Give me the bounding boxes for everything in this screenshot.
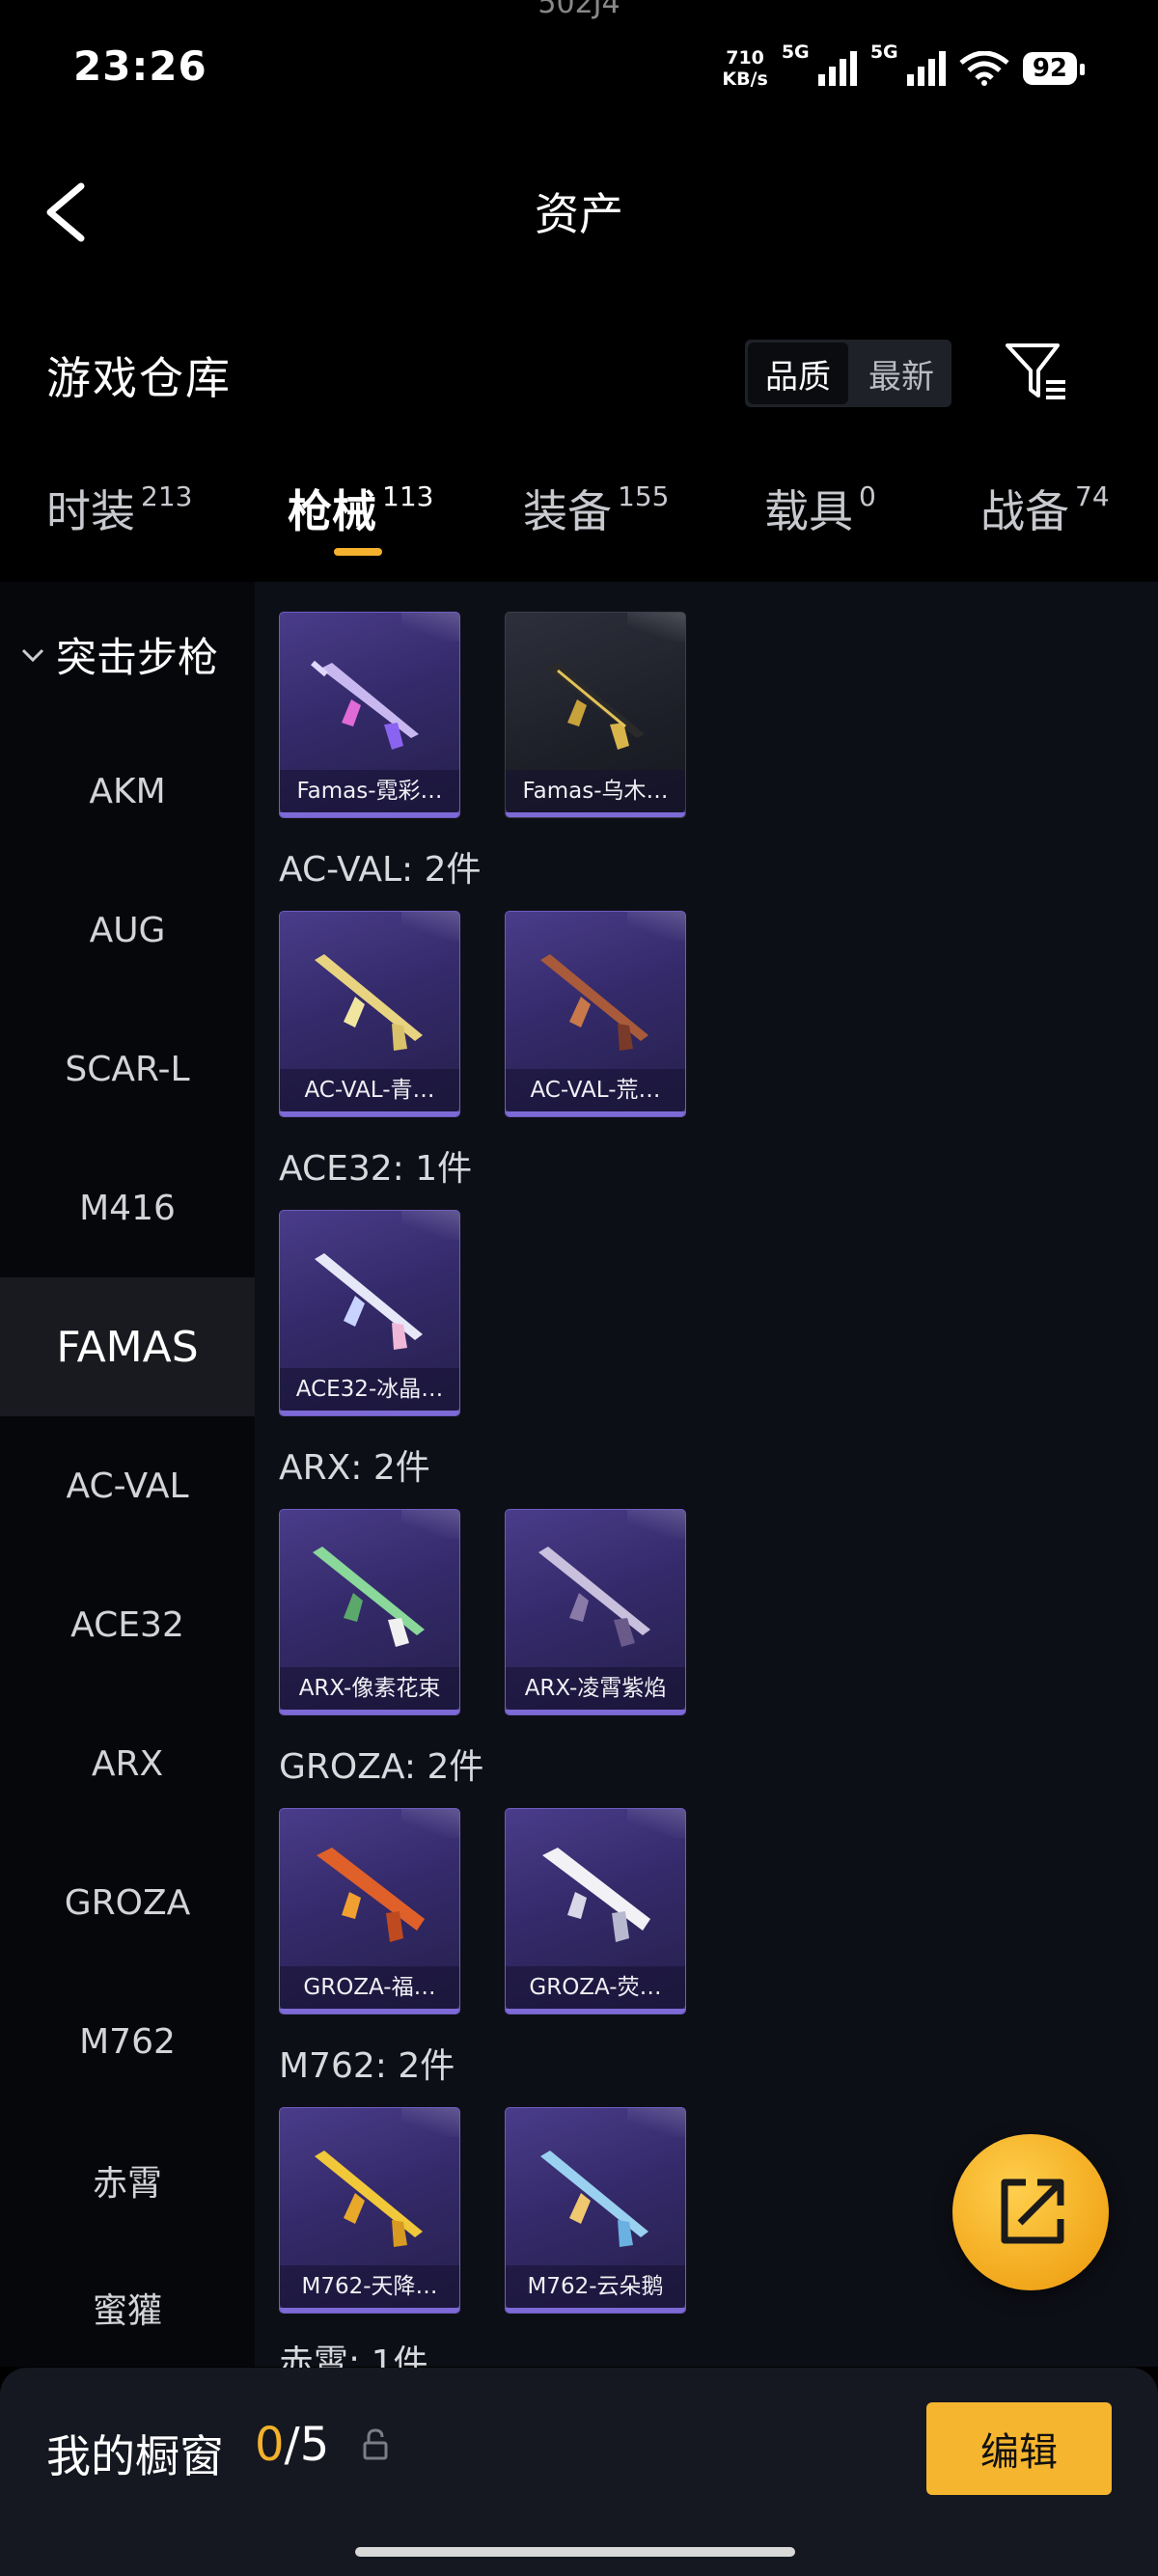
tab-count: 213: [141, 480, 193, 512]
rifle-icon: [315, 1253, 423, 1350]
status-time: 23:26: [73, 42, 207, 90]
sidebar-item-arx[interactable]: ARX: [0, 1694, 255, 1833]
edit-button[interactable]: 编辑: [926, 2402, 1112, 2495]
weapon-card[interactable]: GROZA-福…: [279, 1808, 460, 2014]
sidebar-item-ace32[interactable]: ACE32: [0, 1555, 255, 1694]
tab-label: 枪械: [288, 485, 376, 537]
weapon-card-name: ARX-凌霄紫焰: [506, 1667, 685, 1710]
lock-icon: [363, 2428, 388, 2460]
weapon-card[interactable]: Famas-乌木…: [505, 612, 686, 818]
sort-newest-button[interactable]: 最新: [851, 340, 951, 407]
tab-label: 时装: [46, 485, 135, 537]
sidebar-item-ac-val[interactable]: AC-VAL: [0, 1416, 255, 1555]
weapon-card-name: AC-VAL-荒…: [506, 1069, 685, 1111]
status-icons: 710 KB/s 5G 5G 92: [722, 41, 1086, 93]
signal-icon: 5G: [782, 41, 857, 86]
sidebar-item-m416[interactable]: M416: [0, 1138, 255, 1277]
rifle-icon: [540, 2151, 648, 2247]
filter-icon[interactable]: [1004, 340, 1069, 405]
status-top-cutoff-text: 502J4: [538, 0, 620, 20]
weapon-card[interactable]: ACE32-冰晶…: [279, 1210, 460, 1416]
rifle-icon: [313, 1547, 425, 1647]
rifle-icon: [546, 663, 645, 750]
tab-count: 0: [859, 480, 876, 512]
group-label: M762: 2件: [279, 2046, 455, 2086]
rifle-icon: [311, 660, 419, 750]
tab-guns[interactable]: 枪械 113: [288, 477, 433, 540]
chevron-down-icon: [21, 648, 44, 662]
share-button[interactable]: [952, 2134, 1109, 2290]
weapon-card-name: ARX-像素花束: [280, 1667, 459, 1710]
showcase-max: /5: [284, 2418, 330, 2472]
sidebar-category-label: 突击步枪: [56, 634, 219, 681]
sidebar-item-m762[interactable]: M762: [0, 1972, 255, 2111]
signal-icon: 5G: [870, 41, 946, 86]
weapon-card[interactable]: AC-VAL-青…: [279, 911, 460, 1117]
tab-count: 155: [618, 480, 670, 512]
tab-vehicles[interactable]: 载具 0: [764, 477, 876, 540]
tab-label: 载具: [764, 485, 853, 537]
tab-equipment[interactable]: 装备 155: [523, 477, 669, 540]
tab-gear[interactable]: 战备 74: [980, 477, 1110, 540]
sidebar-item-honey-badger[interactable]: 蜜獾: [0, 2250, 255, 2366]
sort-quality-button[interactable]: 品质: [748, 343, 848, 404]
sidebar-category-header[interactable]: 突击步枪: [19, 625, 218, 684]
tab-count: 74: [1075, 480, 1110, 512]
sidebar-item-groza[interactable]: GROZA: [0, 1833, 255, 1972]
network-speed-unit: KB/s: [722, 69, 768, 90]
sort-toggle: 品质 最新: [745, 340, 951, 407]
tab-label: 战备: [980, 485, 1069, 537]
tab-fashion[interactable]: 时装 213: [46, 477, 192, 540]
battery-icon: 92: [1022, 52, 1086, 85]
rifle-icon: [315, 954, 423, 1051]
network-speed: 710 KB/s: [722, 47, 767, 90]
weapon-card-name: M762-云朵鹅: [506, 2265, 685, 2308]
group-label: ACE32: 1件: [279, 1149, 473, 1189]
rifle-icon: [315, 2151, 423, 2247]
weapon-card[interactable]: M762-云朵鹅: [505, 2107, 686, 2314]
share-icon: [1001, 2179, 1064, 2244]
weapon-card-name: ACE32-冰晶…: [280, 1368, 459, 1411]
sidebar-item-scar-l[interactable]: SCAR-L: [0, 1000, 255, 1138]
weapon-card[interactable]: ARX-像素花束: [279, 1509, 460, 1715]
network-type-label: 5G: [869, 41, 898, 63]
page-title: 资产: [535, 188, 623, 240]
weapon-card-name: GROZA-荧…: [506, 1966, 685, 2009]
weapon-card[interactable]: GROZA-荧…: [505, 1808, 686, 2014]
rifle-icon: [538, 1547, 650, 1647]
weapon-card[interactable]: ARX-凌霄紫焰: [505, 1509, 686, 1715]
rifle-icon: [542, 1848, 650, 1942]
showcase-label: 我的橱窗: [46, 2430, 224, 2482]
network-type-label: 5G: [781, 41, 810, 63]
showcase-current: 0: [255, 2418, 285, 2472]
weapon-card[interactable]: AC-VAL-荒…: [505, 911, 686, 1117]
group-label: ARX: 2件: [279, 1448, 430, 1488]
sidebar-item-famas[interactable]: FAMAS: [0, 1277, 255, 1416]
rifle-icon: [317, 1848, 425, 1942]
group-label: AC-VAL: 2件: [279, 850, 482, 890]
back-arrow-icon[interactable]: [39, 178, 96, 246]
weapon-card[interactable]: Famas-霓彩…: [279, 612, 460, 818]
weapon-card[interactable]: M762-天降…: [279, 2107, 460, 2314]
home-indicator[interactable]: [355, 2547, 795, 2557]
weapon-card-name: Famas-乌木…: [506, 770, 685, 812]
weapon-card-name: AC-VAL-青…: [280, 1069, 459, 1111]
sidebar-item-aug[interactable]: AUG: [0, 861, 255, 1000]
weapon-card-name: M762-天降…: [280, 2265, 459, 2308]
weapon-card-name: GROZA-福…: [280, 1966, 459, 2009]
sidebar-item-akm[interactable]: AKM: [0, 722, 255, 861]
warehouse-title: 游戏仓库: [46, 352, 232, 404]
weapon-card-name: Famas-霓彩…: [280, 770, 459, 812]
group-label: GROZA: 2件: [279, 1747, 484, 1787]
wifi-icon: [959, 51, 1009, 86]
sidebar-item-chixiao[interactable]: 赤霄: [0, 2111, 255, 2250]
showcase-count: 0/5: [255, 2418, 329, 2472]
tab-label: 装备: [523, 485, 612, 537]
rifle-icon: [540, 954, 648, 1051]
tab-count: 113: [382, 480, 434, 512]
network-speed-value: 710: [726, 47, 764, 69]
active-tab-indicator: [334, 548, 382, 556]
